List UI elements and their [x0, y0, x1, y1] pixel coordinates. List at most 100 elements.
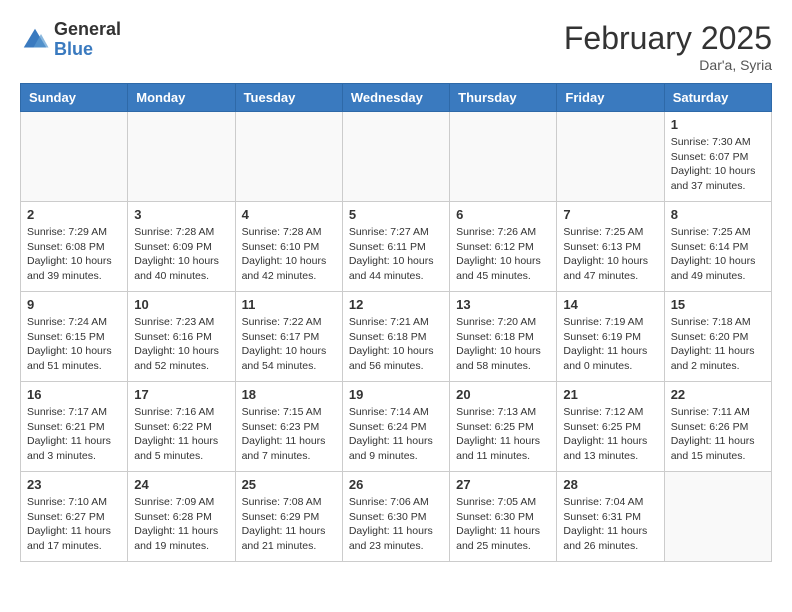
day-info: Sunrise: 7:30 AM Sunset: 6:07 PM Dayligh… — [671, 135, 765, 194]
day-number: 11 — [242, 297, 336, 312]
calendar-cell: 4 Sunrise: 7:28 AM Sunset: 6:10 PM Daylig… — [235, 202, 342, 292]
page-header: General Blue February 2025 Dar'a, Syria — [20, 20, 772, 73]
day-info: Sunrise: 7:12 AM Sunset: 6:25 PM Dayligh… — [563, 405, 657, 464]
day-number: 6 — [456, 207, 550, 222]
day-number: 1 — [671, 117, 765, 132]
location-subtitle: Dar'a, Syria — [564, 57, 772, 73]
calendar-cell: 10 Sunrise: 7:23 AM Sunset: 6:16 PM Dayli… — [128, 292, 235, 382]
day-info: Sunrise: 7:20 AM Sunset: 6:18 PM Dayligh… — [456, 315, 550, 374]
weekday-header-wednesday: Wednesday — [342, 84, 449, 112]
day-number: 26 — [349, 477, 443, 492]
day-number: 4 — [242, 207, 336, 222]
calendar-cell: 1 Sunrise: 7:30 AM Sunset: 6:07 PM Daylig… — [664, 112, 771, 202]
weekday-header-friday: Friday — [557, 84, 664, 112]
day-number: 2 — [27, 207, 121, 222]
day-number: 12 — [349, 297, 443, 312]
day-info: Sunrise: 7:17 AM Sunset: 6:21 PM Dayligh… — [27, 405, 121, 464]
day-info: Sunrise: 7:06 AM Sunset: 6:30 PM Dayligh… — [349, 495, 443, 554]
calendar-cell: 27 Sunrise: 7:05 AM Sunset: 6:30 PM Dayli… — [450, 472, 557, 562]
day-number: 16 — [27, 387, 121, 402]
calendar-cell: 2 Sunrise: 7:29 AM Sunset: 6:08 PM Daylig… — [21, 202, 128, 292]
day-info: Sunrise: 7:22 AM Sunset: 6:17 PM Dayligh… — [242, 315, 336, 374]
day-number: 14 — [563, 297, 657, 312]
day-info: Sunrise: 7:21 AM Sunset: 6:18 PM Dayligh… — [349, 315, 443, 374]
day-number: 24 — [134, 477, 228, 492]
day-info: Sunrise: 7:09 AM Sunset: 6:28 PM Dayligh… — [134, 495, 228, 554]
day-number: 15 — [671, 297, 765, 312]
day-number: 17 — [134, 387, 228, 402]
title-block: February 2025 Dar'a, Syria — [564, 20, 772, 73]
day-number: 25 — [242, 477, 336, 492]
day-info: Sunrise: 7:05 AM Sunset: 6:30 PM Dayligh… — [456, 495, 550, 554]
day-info: Sunrise: 7:11 AM Sunset: 6:26 PM Dayligh… — [671, 405, 765, 464]
calendar-cell: 11 Sunrise: 7:22 AM Sunset: 6:17 PM Dayli… — [235, 292, 342, 382]
day-info: Sunrise: 7:25 AM Sunset: 6:13 PM Dayligh… — [563, 225, 657, 284]
calendar-cell: 12 Sunrise: 7:21 AM Sunset: 6:18 PM Dayli… — [342, 292, 449, 382]
calendar-cell: 24 Sunrise: 7:09 AM Sunset: 6:28 PM Dayli… — [128, 472, 235, 562]
weekday-header-sunday: Sunday — [21, 84, 128, 112]
day-info: Sunrise: 7:08 AM Sunset: 6:29 PM Dayligh… — [242, 495, 336, 554]
month-year-title: February 2025 — [564, 20, 772, 57]
calendar-cell — [557, 112, 664, 202]
day-number: 22 — [671, 387, 765, 402]
calendar-cell — [450, 112, 557, 202]
logo-general: General — [54, 20, 121, 40]
calendar-cell: 20 Sunrise: 7:13 AM Sunset: 6:25 PM Dayli… — [450, 382, 557, 472]
calendar-table: SundayMondayTuesdayWednesdayThursdayFrid… — [20, 83, 772, 562]
day-info: Sunrise: 7:25 AM Sunset: 6:14 PM Dayligh… — [671, 225, 765, 284]
week-row-2: 2 Sunrise: 7:29 AM Sunset: 6:08 PM Daylig… — [21, 202, 772, 292]
day-number: 27 — [456, 477, 550, 492]
day-info: Sunrise: 7:16 AM Sunset: 6:22 PM Dayligh… — [134, 405, 228, 464]
calendar-cell: 21Sunrise: 7:12 AM Sunset: 6:25 PM Dayli… — [557, 382, 664, 472]
day-number: 18 — [242, 387, 336, 402]
logo-blue: Blue — [54, 40, 121, 60]
day-number: 28 — [563, 477, 657, 492]
day-number: 9 — [27, 297, 121, 312]
calendar-cell — [21, 112, 128, 202]
day-info: Sunrise: 7:15 AM Sunset: 6:23 PM Dayligh… — [242, 405, 336, 464]
day-info: Sunrise: 7:13 AM Sunset: 6:25 PM Dayligh… — [456, 405, 550, 464]
day-info: Sunrise: 7:14 AM Sunset: 6:24 PM Dayligh… — [349, 405, 443, 464]
calendar-cell: 17 Sunrise: 7:16 AM Sunset: 6:22 PM Dayli… — [128, 382, 235, 472]
calendar-cell: 3Sunrise: 7:28 AM Sunset: 6:09 PM Daylig… — [128, 202, 235, 292]
week-row-3: 9 Sunrise: 7:24 AM Sunset: 6:15 PM Daylig… — [21, 292, 772, 382]
weekday-header-saturday: Saturday — [664, 84, 771, 112]
day-info: Sunrise: 7:19 AM Sunset: 6:19 PM Dayligh… — [563, 315, 657, 374]
day-info: Sunrise: 7:26 AM Sunset: 6:12 PM Dayligh… — [456, 225, 550, 284]
day-number: 5 — [349, 207, 443, 222]
calendar-cell — [342, 112, 449, 202]
week-row-5: 23 Sunrise: 7:10 AM Sunset: 6:27 PM Dayli… — [21, 472, 772, 562]
logo-icon — [20, 25, 50, 55]
day-info: Sunrise: 7:24 AM Sunset: 6:15 PM Dayligh… — [27, 315, 121, 374]
calendar-cell: 25 Sunrise: 7:08 AM Sunset: 6:29 PM Dayli… — [235, 472, 342, 562]
day-number: 13 — [456, 297, 550, 312]
day-number: 20 — [456, 387, 550, 402]
calendar-cell: 19Sunrise: 7:14 AM Sunset: 6:24 PM Dayli… — [342, 382, 449, 472]
week-row-1: 1 Sunrise: 7:30 AM Sunset: 6:07 PM Daylig… — [21, 112, 772, 202]
calendar-cell: 6 Sunrise: 7:26 AM Sunset: 6:12 PM Daylig… — [450, 202, 557, 292]
day-info: Sunrise: 7:18 AM Sunset: 6:20 PM Dayligh… — [671, 315, 765, 374]
day-info: Sunrise: 7:29 AM Sunset: 6:08 PM Dayligh… — [27, 225, 121, 284]
day-info: Sunrise: 7:10 AM Sunset: 6:27 PM Dayligh… — [27, 495, 121, 554]
day-number: 10 — [134, 297, 228, 312]
calendar-cell: 8 Sunrise: 7:25 AM Sunset: 6:14 PM Daylig… — [664, 202, 771, 292]
calendar-cell: 5Sunrise: 7:27 AM Sunset: 6:11 PM Daylig… — [342, 202, 449, 292]
calendar-cell: 22 Sunrise: 7:11 AM Sunset: 6:26 PM Dayli… — [664, 382, 771, 472]
day-info: Sunrise: 7:23 AM Sunset: 6:16 PM Dayligh… — [134, 315, 228, 374]
calendar-cell: 18 Sunrise: 7:15 AM Sunset: 6:23 PM Dayli… — [235, 382, 342, 472]
calendar-cell: 14 Sunrise: 7:19 AM Sunset: 6:19 PM Dayli… — [557, 292, 664, 382]
weekday-header-monday: Monday — [128, 84, 235, 112]
calendar-cell: 23 Sunrise: 7:10 AM Sunset: 6:27 PM Dayli… — [21, 472, 128, 562]
day-info: Sunrise: 7:28 AM Sunset: 6:10 PM Dayligh… — [242, 225, 336, 284]
logo-text: General Blue — [54, 20, 121, 60]
weekday-header-thursday: Thursday — [450, 84, 557, 112]
logo: General Blue — [20, 20, 121, 60]
day-info: Sunrise: 7:04 AM Sunset: 6:31 PM Dayligh… — [563, 495, 657, 554]
day-number: 23 — [27, 477, 121, 492]
day-number: 8 — [671, 207, 765, 222]
calendar-cell: 26 Sunrise: 7:06 AM Sunset: 6:30 PM Dayli… — [342, 472, 449, 562]
weekday-header-row: SundayMondayTuesdayWednesdayThursdayFrid… — [21, 84, 772, 112]
calendar-cell: 16 Sunrise: 7:17 AM Sunset: 6:21 PM Dayli… — [21, 382, 128, 472]
calendar-cell: 15 Sunrise: 7:18 AM Sunset: 6:20 PM Dayli… — [664, 292, 771, 382]
calendar-cell — [235, 112, 342, 202]
